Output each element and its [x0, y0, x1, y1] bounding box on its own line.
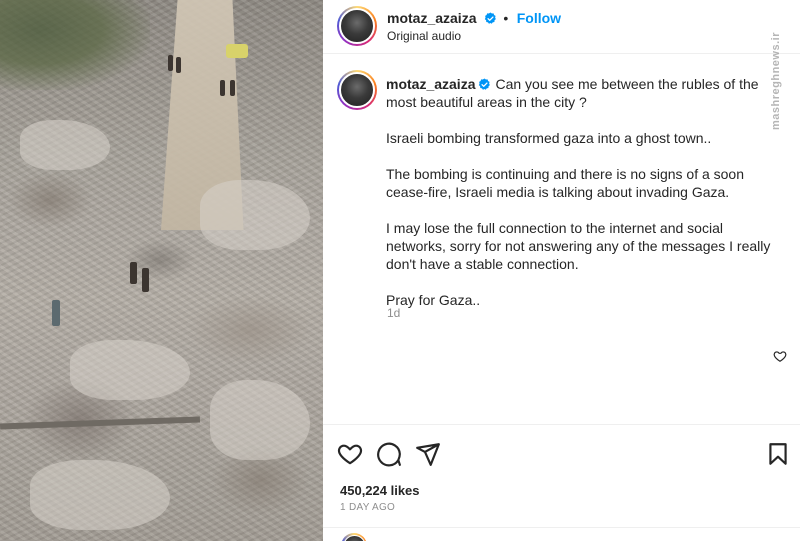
rubble [70, 340, 190, 400]
caption-author-avatar[interactable] [337, 70, 377, 110]
original-audio-link[interactable]: Original audio [387, 29, 461, 43]
person-figure [168, 55, 173, 71]
person-figure [130, 262, 137, 284]
caption-time-ago[interactable]: 1d [387, 306, 400, 320]
post-caption: motaz_azaiza Can you see me between the … [386, 75, 781, 327]
heart-icon[interactable] [337, 441, 363, 467]
person-figure [230, 80, 235, 96]
caption-paragraph: Pray for Gaza.. [386, 292, 481, 308]
caption-paragraph: Israeli bombing transformed gaza into a … [386, 130, 712, 146]
person-figure [142, 268, 149, 292]
post-media-image[interactable] [0, 0, 323, 541]
bookmark-icon[interactable] [765, 441, 791, 467]
comment-icon[interactable] [376, 441, 402, 467]
concrete-slab [0, 416, 201, 430]
post-details-panel: motaz_azaiza • Follow Original audio mot… [323, 0, 800, 541]
likes-count[interactable]: 450,224 likes [340, 483, 420, 498]
separator-dot: • [503, 10, 509, 26]
author-avatar[interactable] [337, 6, 377, 46]
rubble [30, 460, 170, 530]
add-comment-avatar [341, 533, 367, 541]
trees-area [0, 0, 150, 90]
post-header: motaz_azaiza • Follow Original audio [323, 0, 800, 54]
post-actions-bar [323, 438, 800, 472]
person-figure [52, 300, 60, 326]
verified-badge-icon [479, 78, 491, 90]
verified-badge-icon [484, 12, 496, 24]
person-figure [220, 80, 225, 96]
yellow-car [226, 44, 248, 58]
comment-input-divider [323, 527, 800, 528]
caption-paragraph: I may lose the full connection to the in… [386, 220, 771, 272]
header-title-row: motaz_azaiza • Follow [387, 10, 561, 28]
send-icon[interactable] [415, 441, 441, 467]
caption-paragraph: The bombing is continuing and there is n… [386, 166, 745, 200]
author-username[interactable]: motaz_azaiza [387, 10, 476, 26]
post-date[interactable]: 1 DAY AGO [340, 502, 395, 513]
caption-like-heart-icon[interactable] [773, 349, 787, 363]
person-figure [176, 57, 181, 73]
rubble [210, 380, 310, 460]
follow-button[interactable]: Follow [517, 10, 561, 26]
caption-author-username[interactable]: motaz_azaiza [386, 76, 475, 92]
rubble [200, 180, 310, 250]
rubble [20, 120, 110, 170]
comments-area: motaz_azaiza Can you see me between the … [323, 55, 800, 425]
